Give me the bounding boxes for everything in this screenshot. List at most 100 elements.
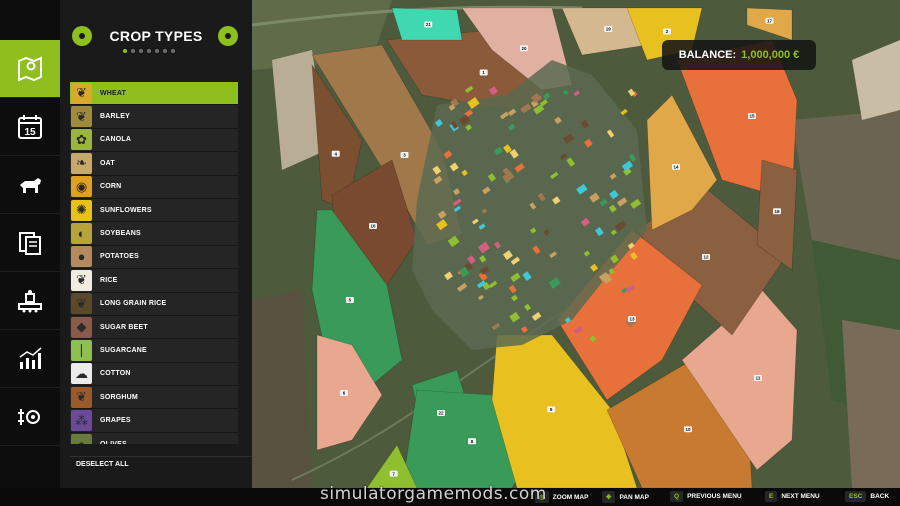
crop-item-rice[interactable]: ❦ RICE bbox=[70, 269, 238, 293]
field-number: 15 bbox=[749, 114, 755, 119]
dot-icon bbox=[79, 33, 85, 39]
hint-pan-map[interactable]: ✥ PAN MAP bbox=[602, 491, 649, 503]
side-navigation: 15 bbox=[0, 0, 60, 488]
calendar-day: 15 bbox=[24, 127, 36, 138]
production-icon bbox=[18, 289, 42, 312]
crop-label: OAT bbox=[100, 159, 115, 167]
field-number: 18 bbox=[774, 209, 780, 214]
nav-settings-button[interactable] bbox=[0, 388, 60, 446]
crop-label: WHEAT bbox=[100, 89, 127, 97]
crop-types-panel: CROP TYPES ❦ WHEAT ❦ BARLEY ✿ CANOLA ❧ OAT ◉ CORN… bbox=[60, 0, 301, 488]
crop-item-sunflowers[interactable]: ✺ SUNFLOWERS bbox=[70, 198, 238, 223]
crop-label: POTATOES bbox=[100, 253, 139, 261]
nav-production-button[interactable] bbox=[0, 272, 60, 330]
map-canvas[interactable]: 12345678910111213141516171819202122 bbox=[252, 0, 900, 488]
contracts-icon bbox=[19, 231, 41, 255]
canola-icon: ✿ bbox=[71, 129, 92, 151]
crop-item-sorghum[interactable]: ❦ SORGHUM bbox=[70, 386, 238, 410]
field-number: 20 bbox=[521, 46, 527, 51]
nav-map-button[interactable] bbox=[0, 40, 60, 98]
crop-item-canola[interactable]: ✿ CANOLA bbox=[70, 128, 238, 153]
crop-label: SORGHUM bbox=[100, 393, 138, 401]
hint-next-menu[interactable]: E NEXT MENU bbox=[765, 491, 820, 502]
crop-label: CANOLA bbox=[100, 136, 132, 144]
crop-item-sugar-beet[interactable]: ◆ SUGAR BEET bbox=[70, 315, 238, 340]
page-dot[interactable] bbox=[131, 49, 135, 53]
crop-item-sugarcane[interactable]: ❘ SUGARCANE bbox=[70, 339, 238, 363]
field-number: 11 bbox=[756, 376, 761, 381]
crop-list: ❦ WHEAT ❦ BARLEY ✿ CANOLA ❧ OAT ◉ CORN ✺ SUNFLOWERS… bbox=[70, 82, 238, 444]
field-number: 10 bbox=[685, 427, 691, 432]
crop-item-soybeans[interactable]: ◐ SOYBEANS bbox=[70, 222, 238, 246]
page-dot[interactable] bbox=[123, 49, 127, 53]
crop-label: SUNFLOWERS bbox=[100, 206, 152, 214]
map-icon bbox=[18, 55, 42, 82]
crop-label: SUGARCANE bbox=[100, 346, 147, 354]
rice-icon: ❦ bbox=[71, 269, 92, 291]
crop-item-oat[interactable]: ❧ OAT bbox=[70, 152, 238, 176]
animals-icon bbox=[20, 177, 41, 193]
crop-item-grapes[interactable]: ⁂ GRAPES bbox=[70, 409, 238, 433]
watermark-text: simulatorgamemods.com bbox=[320, 484, 547, 504]
wheat-icon: ❦ bbox=[71, 82, 92, 104]
crop-label: GRAPES bbox=[100, 417, 131, 425]
crop-label: CORN bbox=[100, 183, 122, 191]
crop-label: RICE bbox=[100, 276, 118, 284]
balance-display: BALANCE: 1,000,000 € bbox=[662, 40, 816, 70]
sugar-beet-icon: ◆ bbox=[71, 316, 92, 338]
sugarcane-icon: ❘ bbox=[71, 339, 92, 361]
crop-item-barley[interactable]: ❦ BARLEY bbox=[70, 105, 238, 129]
crop-label: SUGAR BEET bbox=[100, 323, 148, 331]
statistics-icon bbox=[19, 346, 42, 369]
grapes-icon: ⁂ bbox=[71, 410, 92, 432]
page-dot[interactable] bbox=[163, 49, 167, 53]
cotton-icon: ☁ bbox=[71, 363, 92, 385]
sunflower-icon: ✺ bbox=[71, 199, 92, 221]
crop-label: LONG GRAIN RICE bbox=[100, 300, 167, 308]
field-number: 13 bbox=[629, 317, 635, 322]
panel-header: CROP TYPES bbox=[60, 0, 252, 70]
crop-item-olives[interactable]: ● OLIVES bbox=[70, 432, 238, 444]
crop-label: SOYBEANS bbox=[100, 230, 141, 238]
next-page-button[interactable] bbox=[218, 26, 238, 46]
corn-icon: ◉ bbox=[71, 176, 92, 198]
balance-label: BALANCE: bbox=[678, 49, 737, 61]
page-dot[interactable] bbox=[147, 49, 151, 53]
crop-item-wheat[interactable]: ❦ WHEAT bbox=[70, 82, 238, 106]
mouse-drag-icon: ✥ bbox=[602, 491, 616, 503]
nav-statistics-button[interactable] bbox=[0, 330, 60, 388]
crop-item-cotton[interactable]: ☁ COTTON bbox=[70, 362, 238, 387]
nav-calendar-button[interactable]: 15 bbox=[0, 98, 60, 156]
hint-previous-menu[interactable]: Q PREVIOUS MENU bbox=[670, 491, 742, 502]
deselect-all-label: DESELECT ALL bbox=[76, 461, 129, 468]
crop-label: OLIVES bbox=[100, 441, 127, 444]
crop-label: BARLEY bbox=[100, 113, 130, 121]
field-number: 14 bbox=[673, 165, 679, 170]
olives-icon: ● bbox=[71, 433, 92, 444]
nav-contracts-button[interactable] bbox=[0, 214, 60, 272]
crop-item-potatoes[interactable]: ● POTATOES bbox=[70, 245, 238, 270]
sorghum-icon: ❦ bbox=[71, 386, 92, 408]
field-number: 17 bbox=[767, 18, 773, 23]
crop-item-corn[interactable]: ◉ CORN bbox=[70, 175, 238, 199]
nav-animals-button[interactable] bbox=[0, 156, 60, 214]
page-dot[interactable] bbox=[171, 49, 175, 53]
field-number: 22 bbox=[438, 411, 444, 416]
settings-icon bbox=[18, 408, 40, 425]
hint-back[interactable]: ESC BACK bbox=[845, 491, 889, 502]
field-number: 21 bbox=[426, 22, 432, 27]
barley-icon: ❦ bbox=[71, 106, 92, 128]
field-number: 19 bbox=[606, 27, 612, 32]
field-number: 12 bbox=[703, 255, 709, 260]
panel-title: CROP TYPES bbox=[109, 28, 203, 44]
calendar-icon: 15 bbox=[18, 114, 42, 139]
page-dot[interactable] bbox=[139, 49, 143, 53]
page-dot[interactable] bbox=[155, 49, 159, 53]
field-number: 16 bbox=[370, 224, 376, 229]
previous-page-button[interactable] bbox=[72, 26, 92, 46]
long-grain-rice-icon: ❦ bbox=[71, 293, 92, 315]
page-indicator bbox=[123, 49, 175, 53]
crop-item-long-grain-rice[interactable]: ❦ LONG GRAIN RICE bbox=[70, 292, 238, 316]
potato-icon: ● bbox=[71, 246, 92, 268]
farm-map[interactable]: 1 2 3 4 5 6 7 8 9 10 11 12 13 14 15 16 17 18 19 20 21 22 bbox=[252, 0, 900, 488]
